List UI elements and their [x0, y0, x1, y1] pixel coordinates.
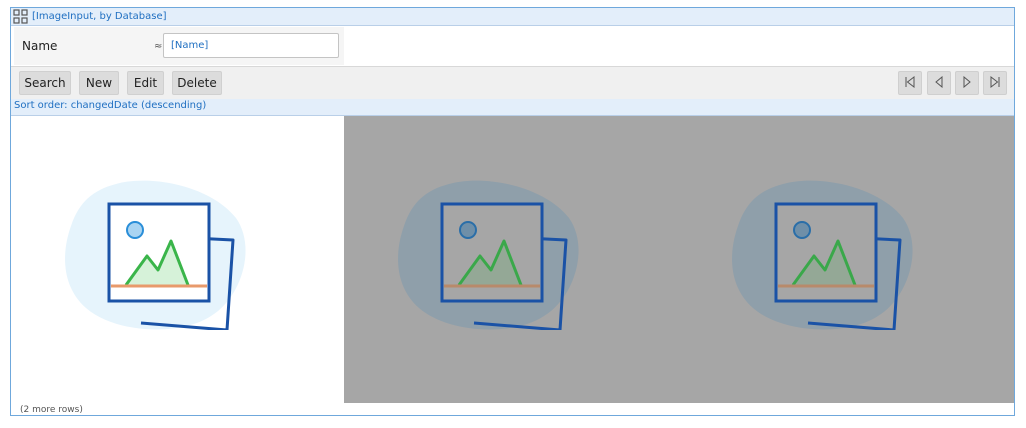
edit-button[interactable]: Edit — [127, 71, 164, 95]
approx-operator-icon: ≈ — [154, 41, 163, 52]
toolbar: Search New Edit Delete — [11, 66, 1014, 100]
name-filter-label: Name — [22, 39, 58, 53]
image-gallery — [11, 116, 1014, 403]
panel-titlebar: [ImageInput, by Database] — [11, 8, 1014, 26]
image-placeholder-icon — [65, 180, 246, 330]
first-page-button[interactable] — [898, 71, 922, 95]
last-page-button[interactable] — [983, 71, 1007, 95]
grid-icon — [13, 9, 28, 24]
next-page-icon — [961, 75, 973, 91]
next-page-button[interactable] — [955, 71, 979, 95]
image-list-panel: [ImageInput, by Database] Name ≈ Search … — [10, 7, 1015, 416]
image-placeholder-icon — [732, 180, 913, 330]
previous-page-button[interactable] — [927, 71, 951, 95]
search-button[interactable]: Search — [19, 71, 71, 95]
last-page-icon — [989, 75, 1001, 91]
more-rows-label: (2 more rows) — [20, 405, 83, 415]
new-button[interactable]: New — [79, 71, 119, 95]
filter-row: Name ≈ — [14, 27, 344, 65]
delete-button[interactable]: Delete — [172, 71, 222, 95]
sort-order-label: Sort order: changedDate (descending) — [14, 100, 207, 111]
sort-order-bar: Sort order: changedDate (descending) — [11, 99, 1014, 116]
first-page-icon — [904, 75, 916, 91]
gallery-item[interactable] — [11, 116, 344, 403]
gallery-item-selected[interactable] — [344, 116, 678, 403]
name-filter-input[interactable] — [163, 33, 339, 58]
gallery-item-selected[interactable] — [678, 116, 1014, 403]
image-placeholder-icon — [398, 180, 579, 330]
panel-title: [ImageInput, by Database] — [32, 11, 167, 22]
previous-page-icon — [933, 75, 945, 91]
